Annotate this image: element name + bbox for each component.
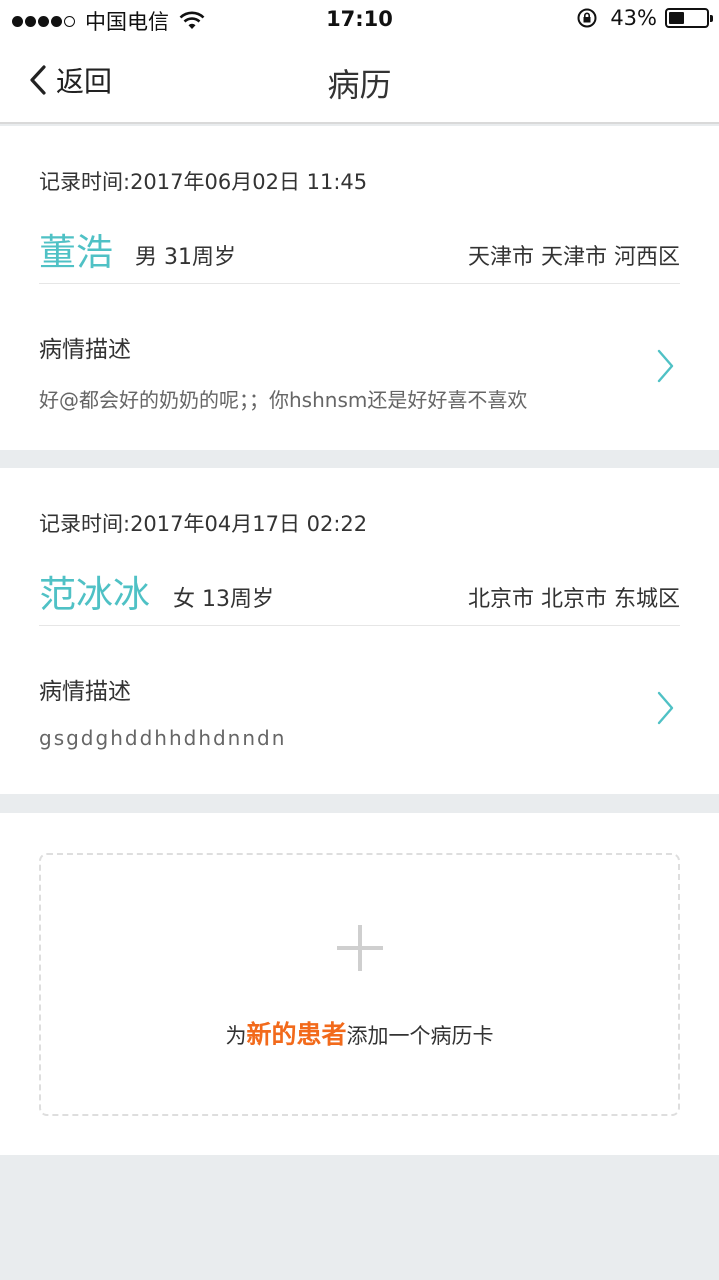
status-right: 43% (576, 6, 713, 30)
patient-name: 董浩 (39, 231, 113, 274)
status-bar: 中国电信 17:10 43% (0, 0, 719, 40)
add-label-highlight: 新的患者 (246, 1020, 347, 1049)
plus-icon (337, 925, 383, 971)
patient-info-row: 范冰冰 女 13周岁 北京市 北京市 东城区 (39, 558, 680, 626)
chevron-right-icon[interactable] (655, 348, 675, 384)
add-record-label: 为新的患者添加一个病历卡 (41, 1015, 678, 1051)
add-label-prefix: 为 (225, 1024, 247, 1048)
record-time: 记录时间:2017年04月17日 02:22 (39, 512, 368, 536)
rotation-lock-icon (577, 8, 597, 28)
patient-info-row: 董浩 男 31周岁 天津市 天津市 河西区 (39, 216, 680, 284)
patient-gender-age: 男 31周岁 (135, 245, 236, 270)
chevron-right-icon[interactable] (655, 690, 675, 726)
patient-location: 北京市 北京市 东城区 (468, 587, 680, 612)
page-title: 病历 (327, 66, 392, 104)
add-record-section: 为新的患者添加一个病历卡 (0, 813, 719, 1155)
add-record-button[interactable]: 为新的患者添加一个病历卡 (39, 853, 680, 1116)
patient-location: 天津市 天津市 河西区 (468, 245, 680, 270)
medical-record-card[interactable]: 记录时间:2017年04月17日 02:22 范冰冰 女 13周岁 北京市 北京… (0, 468, 719, 794)
description-text: gsgdghddhhdhdnndn (39, 726, 287, 750)
battery-fill (669, 12, 684, 24)
add-label-suffix: 添加一个病历卡 (346, 1024, 494, 1048)
patient-gender-age: 女 13周岁 (173, 587, 274, 612)
patient-name: 范冰冰 (39, 573, 150, 616)
description-title: 病情描述 (39, 679, 131, 705)
battery-icon (665, 8, 713, 28)
medical-record-card[interactable]: 记录时间:2017年06月02日 11:45 董浩 男 31周岁 天津市 天津市… (0, 126, 719, 450)
battery-percent: 43% (610, 6, 657, 30)
description-text: 好@都会好的奶奶的呢；；你hshnsm还是好好喜不喜欢 (39, 388, 528, 412)
navigation-bar: 返回 病历 (0, 40, 719, 124)
description-title: 病情描述 (39, 337, 131, 363)
record-time: 记录时间:2017年06月02日 11:45 (39, 170, 368, 194)
